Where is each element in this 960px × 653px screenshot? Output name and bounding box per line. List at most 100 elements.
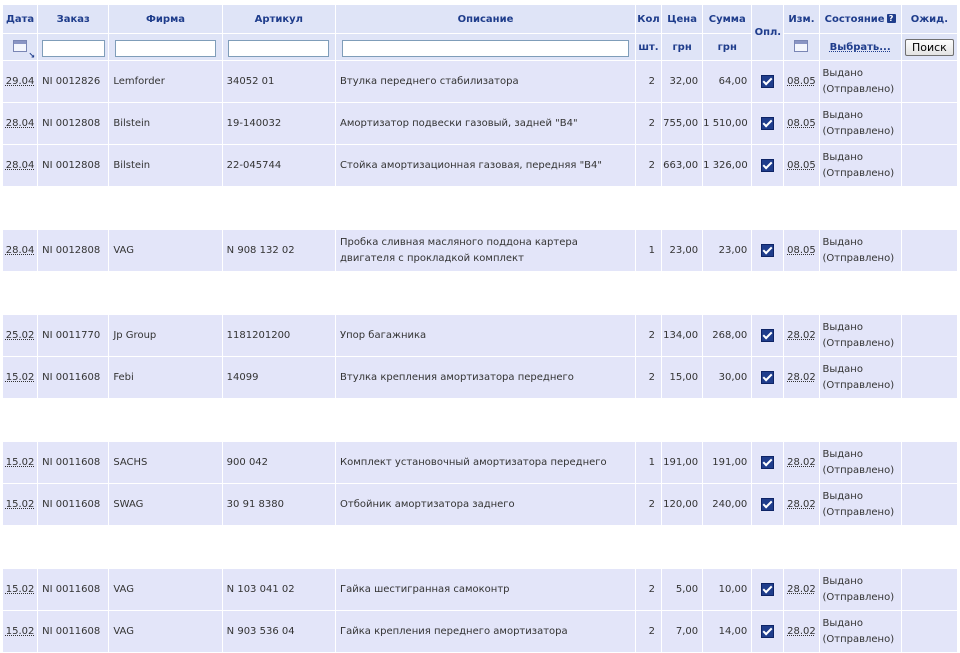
status-subtext: (Отправлено) bbox=[822, 379, 895, 391]
sum-cell: 1 326,00 bbox=[702, 144, 753, 187]
paid-checkbox[interactable] bbox=[761, 625, 775, 638]
article-cell: 1181201200 bbox=[221, 314, 337, 357]
sum-text: 1 510,00 bbox=[703, 118, 748, 129]
modified-link[interactable]: 28.02 bbox=[787, 330, 816, 341]
date-link[interactable]: 28.04 bbox=[6, 245, 35, 256]
help-icon[interactable]: ? bbox=[886, 13, 896, 23]
modified-link[interactable]: 28.02 bbox=[787, 626, 816, 637]
article-cell: 19-140032 bbox=[221, 102, 337, 145]
paid-checkbox[interactable] bbox=[761, 159, 775, 172]
table-row[interactable]: 15.02 NI 0011608 VAG N 103 041 02 Гайка шест… bbox=[1, 568, 959, 611]
table-row[interactable]: 25.02 NI 0011770 Jp Group 1181201200 Упор ба… bbox=[1, 314, 959, 357]
article-cell: N 903 536 04 bbox=[221, 610, 337, 653]
sum-text: 240,00 bbox=[712, 499, 748, 510]
brand-cell: VAG bbox=[108, 610, 223, 653]
paid-cell bbox=[751, 568, 785, 611]
paid-checkbox[interactable] bbox=[761, 456, 775, 469]
order-cell: NI 0012808 bbox=[37, 102, 110, 145]
modified-link[interactable]: 28.02 bbox=[787, 372, 816, 383]
paid-checkbox[interactable] bbox=[761, 583, 775, 596]
brand-text: SACHS bbox=[113, 457, 148, 468]
sort-arrow-icon[interactable]: ↘ bbox=[28, 51, 35, 60]
paid-checkbox[interactable] bbox=[761, 329, 775, 342]
date-link[interactable]: 28.04 bbox=[6, 118, 35, 129]
date-link[interactable]: 15.02 bbox=[6, 372, 35, 383]
qty-text: 2 bbox=[648, 499, 656, 510]
date-link[interactable]: 25.02 bbox=[6, 330, 35, 341]
calendar-icon[interactable] bbox=[13, 39, 28, 52]
modified-cell: 08.05 bbox=[783, 144, 820, 187]
modified-filter-cell bbox=[783, 33, 820, 61]
modified-link[interactable]: 08.05 bbox=[787, 160, 816, 171]
status-choose-link[interactable]: Выбрать... bbox=[830, 42, 891, 53]
modified-link[interactable]: 08.05 bbox=[787, 245, 816, 256]
col-order[interactable]: Заказ bbox=[37, 4, 110, 34]
modified-link[interactable]: 28.02 bbox=[787, 584, 816, 595]
date-link[interactable]: 28.04 bbox=[6, 160, 35, 171]
modified-link[interactable]: 28.02 bbox=[787, 457, 816, 468]
sum-text: 1 326,00 bbox=[703, 160, 748, 171]
table-row[interactable]: 15.02 NI 0011608 SACHS 900 042 Комплект уста… bbox=[1, 441, 959, 484]
price-cell: 15,00 bbox=[661, 356, 704, 399]
brand-filter-input[interactable] bbox=[114, 39, 217, 57]
price-cell: 5,00 bbox=[661, 568, 704, 611]
table-row[interactable]: 15.02 NI 0011608 Febi 14099 Втулка крепления… bbox=[1, 356, 959, 399]
article-text: 22-045744 bbox=[226, 160, 282, 171]
col-description[interactable]: Описание bbox=[335, 4, 636, 34]
status-cell: Выдано (Отправлено) bbox=[818, 60, 902, 103]
date-link[interactable]: 15.02 bbox=[6, 626, 35, 637]
table-row[interactable]: 28.04 NI 0012808 VAG N 908 132 02 Пробка сли… bbox=[1, 229, 959, 272]
search-button[interactable]: Поиск bbox=[904, 38, 954, 56]
header-row: Дата Заказ Фирма Артикул Описание Кол Це… bbox=[1, 4, 959, 61]
status-subtext: (Отправлено) bbox=[822, 591, 895, 603]
article-text: N 903 536 04 bbox=[226, 626, 295, 637]
table-row[interactable]: 28.04 NI 0012808 Bilstein 19-140032 Амортиза… bbox=[1, 102, 959, 145]
paid-checkbox[interactable] bbox=[761, 498, 775, 511]
price-text: 15,00 bbox=[669, 372, 699, 383]
paid-checkbox[interactable] bbox=[761, 75, 775, 88]
order-text: NI 0011770 bbox=[42, 330, 101, 341]
col-modified[interactable]: Изм. bbox=[783, 4, 820, 34]
col-sum[interactable]: Сумма bbox=[702, 4, 753, 34]
col-brand[interactable]: Фирма bbox=[108, 4, 223, 34]
description-cell: Отбойник амортизатора заднего bbox=[335, 483, 636, 526]
order-text: NI 0012826 bbox=[42, 76, 101, 87]
col-status[interactable]: Состояние? bbox=[818, 4, 902, 34]
table-row[interactable]: 15.02 NI 0011608 VAG N 903 536 04 Гайка креп… bbox=[1, 610, 959, 653]
col-qty[interactable]: Кол bbox=[634, 4, 663, 34]
date-cell: 28.04 bbox=[1, 229, 39, 272]
col-wait[interactable]: Ожид. bbox=[900, 4, 959, 34]
status-subtext: (Отправлено) bbox=[822, 252, 895, 264]
modified-link[interactable]: 08.05 bbox=[787, 76, 816, 87]
brand-cell: VAG bbox=[108, 568, 223, 611]
description-filter-input[interactable] bbox=[342, 39, 629, 57]
paid-checkbox[interactable] bbox=[761, 244, 775, 257]
modified-link[interactable]: 08.05 bbox=[787, 118, 816, 129]
description-cell: Гайка крепления переднего амортизатора bbox=[335, 610, 636, 653]
wait-cell bbox=[900, 102, 959, 145]
modified-cell: 28.02 bbox=[783, 610, 820, 653]
col-price[interactable]: Цена bbox=[661, 4, 704, 34]
status-subtext: (Отправлено) bbox=[822, 83, 895, 95]
calendar-icon[interactable] bbox=[794, 39, 809, 52]
group-separator bbox=[2, 398, 958, 442]
description-text: Гайка крепления переднего амортизатора bbox=[340, 625, 568, 637]
date-link[interactable]: 15.02 bbox=[6, 457, 35, 468]
paid-checkbox[interactable] bbox=[761, 371, 775, 384]
col-article[interactable]: Артикул bbox=[221, 4, 337, 34]
col-date[interactable]: Дата bbox=[1, 4, 39, 34]
group-separator bbox=[2, 186, 958, 230]
paid-checkbox[interactable] bbox=[761, 117, 775, 130]
col-paid[interactable]: Опл. bbox=[751, 4, 785, 61]
date-link[interactable]: 15.02 bbox=[6, 584, 35, 595]
table-row[interactable]: 29.04 NI 0012826 Lemforder 34052 01 Втулка п… bbox=[1, 60, 959, 103]
paid-cell bbox=[751, 102, 785, 145]
date-link[interactable]: 15.02 bbox=[6, 499, 35, 510]
table-row[interactable]: 28.04 NI 0012808 Bilstein 22-045744 Стойка а… bbox=[1, 144, 959, 187]
article-filter-input[interactable] bbox=[228, 39, 330, 57]
order-cell: NI 0012808 bbox=[37, 229, 110, 272]
modified-link[interactable]: 28.02 bbox=[787, 499, 816, 510]
table-row[interactable]: 15.02 NI 0011608 SWAG 30 91 8380 Отбойник ам… bbox=[1, 483, 959, 526]
order-filter-input[interactable] bbox=[41, 39, 105, 57]
date-link[interactable]: 29.04 bbox=[6, 76, 35, 87]
